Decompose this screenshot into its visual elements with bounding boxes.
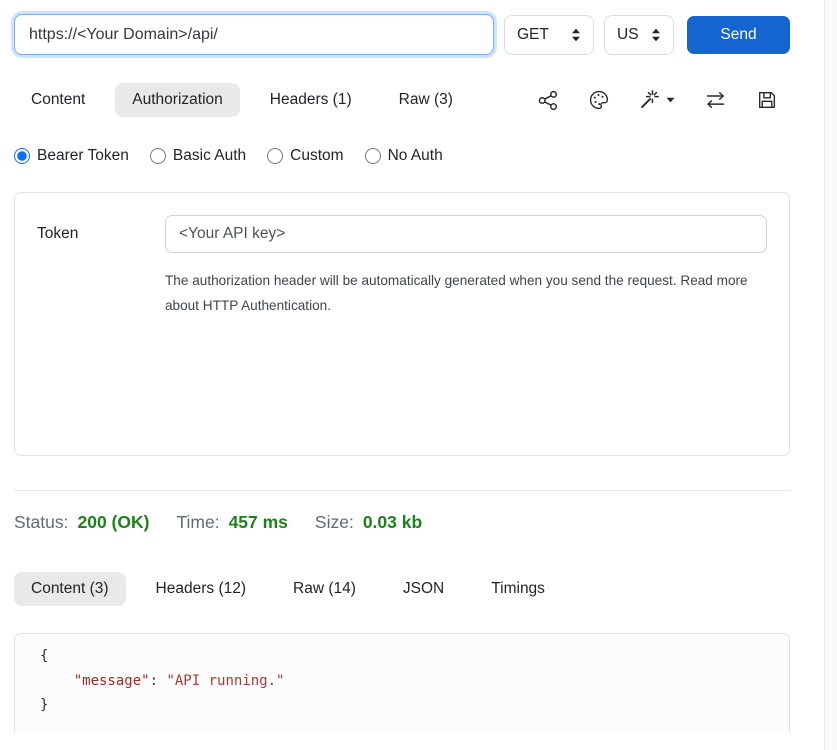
status-value: 200 (OK) xyxy=(77,512,149,533)
status-label: Status: xyxy=(14,512,68,533)
share-icon[interactable] xyxy=(538,90,559,111)
token-row: Token xyxy=(37,215,767,253)
method-select-value: GET xyxy=(517,26,549,44)
custom-label: Custom xyxy=(290,147,343,165)
basic-auth-label: Basic Auth xyxy=(173,147,246,165)
palette-icon[interactable] xyxy=(588,89,610,111)
beautify-icon[interactable] xyxy=(639,89,675,112)
chevron-down-icon xyxy=(666,97,675,103)
method-select[interactable]: GET xyxy=(504,15,594,55)
resp-tab-timings[interactable]: Timings xyxy=(474,572,562,606)
toolbar-icons xyxy=(538,89,790,112)
auth-help-text: The authorization header will be automat… xyxy=(165,268,765,318)
time-label: Time: xyxy=(176,512,219,533)
vertical-scrollbar[interactable] xyxy=(824,0,837,750)
auth-option-basic-auth[interactable]: Basic Auth xyxy=(150,147,246,165)
json-key: "message" xyxy=(74,673,150,689)
response-status-bar: Status: 200 (OK) Time: 457 ms Size: 0.03… xyxy=(14,512,790,533)
size-value: 0.03 kb xyxy=(363,512,422,533)
bearer-token-panel: Token The authorization header will be a… xyxy=(14,192,790,456)
auth-option-bearer-token[interactable]: Bearer Token xyxy=(14,147,129,165)
resp-tab-json[interactable]: JSON xyxy=(386,572,461,606)
no-auth-radio[interactable] xyxy=(365,148,381,164)
custom-radio[interactable] xyxy=(267,148,283,164)
swap-icon[interactable] xyxy=(704,89,727,112)
no-auth-label: No Auth xyxy=(388,147,443,165)
json-value: "API running." xyxy=(166,673,284,689)
resp-tab-raw[interactable]: Raw (14) xyxy=(276,572,373,606)
request-bar: GET US Send xyxy=(14,14,790,55)
api-client-page: GET US Send Content Authorization Header… xyxy=(14,14,790,732)
region-select[interactable]: US xyxy=(604,15,674,55)
auth-option-no-auth[interactable]: No Auth xyxy=(365,147,443,165)
time-value: 457 ms xyxy=(229,512,288,533)
updown-arrows-icon xyxy=(571,28,581,42)
token-input[interactable] xyxy=(165,215,767,253)
response-body[interactable]: { "message": "API running." } xyxy=(14,633,790,732)
json-line-message: "message": "API running." xyxy=(40,669,789,694)
response-time: Time: 457 ms xyxy=(176,512,287,533)
tab-headers[interactable]: Headers (1) xyxy=(253,83,369,117)
basic-auth-radio[interactable] xyxy=(150,148,166,164)
tab-raw[interactable]: Raw (3) xyxy=(382,83,470,117)
send-button[interactable]: Send xyxy=(687,16,790,54)
response-size: Size: 0.03 kb xyxy=(315,512,422,533)
json-line-close: } xyxy=(40,693,789,718)
auth-option-custom[interactable]: Custom xyxy=(267,147,343,165)
url-input[interactable] xyxy=(14,14,494,55)
auth-type-options: Bearer Token Basic Auth Custom No Auth xyxy=(14,147,790,165)
region-select-value: US xyxy=(617,26,639,44)
tab-authorization[interactable]: Authorization xyxy=(115,83,239,117)
json-line-open: { xyxy=(40,644,789,669)
bearer-token-label: Bearer Token xyxy=(37,147,129,165)
token-label: Token xyxy=(37,225,165,243)
bearer-token-radio[interactable] xyxy=(14,148,30,164)
updown-arrows-icon xyxy=(651,28,661,42)
resp-tab-content[interactable]: Content (3) xyxy=(14,572,126,606)
response-tabs: Content (3) Headers (12) Raw (14) JSON T… xyxy=(14,572,790,606)
section-divider xyxy=(14,490,790,491)
status-code: Status: 200 (OK) xyxy=(14,512,149,533)
size-label: Size: xyxy=(315,512,354,533)
save-icon[interactable] xyxy=(756,89,778,111)
tab-content[interactable]: Content xyxy=(14,83,102,117)
request-tabs: Content Authorization Headers (1) Raw (3… xyxy=(14,83,790,117)
resp-tab-headers[interactable]: Headers (12) xyxy=(139,572,263,606)
